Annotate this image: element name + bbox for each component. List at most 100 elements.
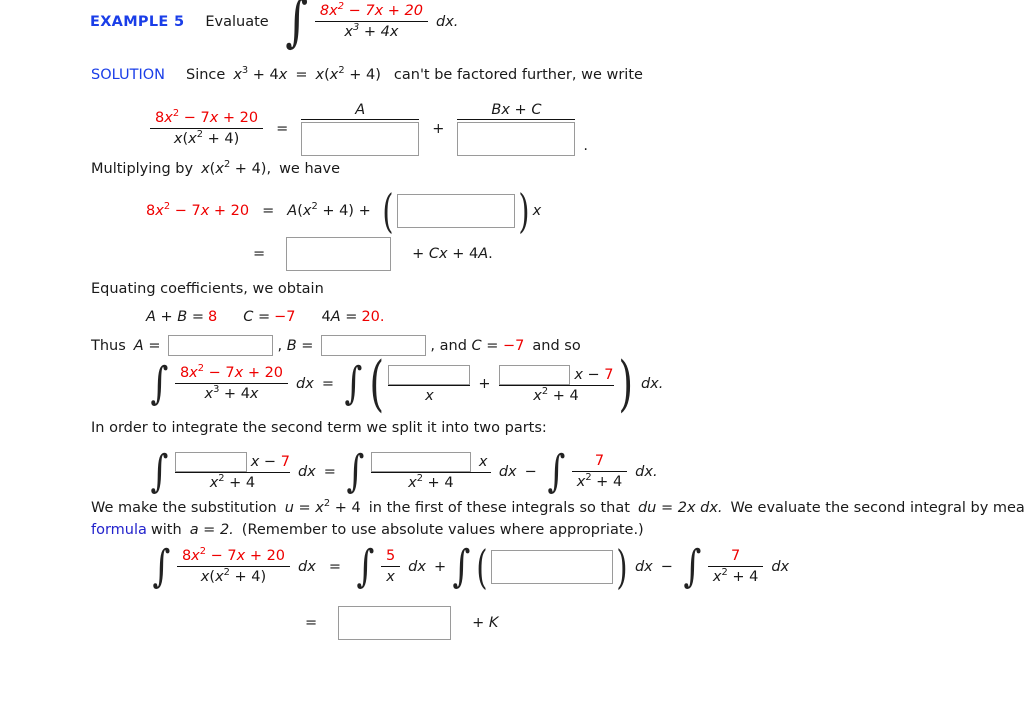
substitution-u-expr: u = x2 + 4 — [284, 498, 361, 516]
solution-text-before: Since — [185, 67, 226, 83]
this-formula-link-part2[interactable]: formula — [91, 522, 147, 538]
eq1-term2-fraction: Bx + C — [457, 102, 576, 156]
integral-sign-icon: ∫ — [152, 540, 171, 592]
equating-text-row: Equating coefficients, we obtain — [91, 281, 324, 297]
eq2-bx-input[interactable] — [396, 194, 515, 228]
coefficient-equations-row: A + B = 8 C = −7 4A = 20. — [146, 309, 385, 325]
example-integrand-denominator: x3 + 4x — [344, 21, 399, 40]
eq3-lhs-numerator: 8x2 − 7x + 20 — [179, 363, 284, 382]
left-paren-icon: ( — [476, 539, 488, 594]
eq1-term2-numerator: Bx + C — [491, 102, 542, 118]
eq5-dx2: dx — [634, 558, 653, 575]
right-paren-icon: ) — [616, 539, 628, 594]
thus-a-label: A = — [133, 337, 161, 354]
textbook-page: EXAMPLE 5 Evaluate ∫ 8x2 − 7x + 20 x3 + … — [0, 0, 1024, 704]
eq5-minus: − — [660, 558, 673, 575]
example-integrand-numerator: 8x2 − 7x + 20 — [319, 1, 423, 19]
eq2-line2-input[interactable] — [286, 237, 392, 271]
eq3-dx: dx — [296, 376, 314, 392]
integral-sign-icon: ∫ — [683, 540, 702, 592]
equation-partial-fraction-setup: 8x2 − 7x + 20 x(x2 + 4) = A + Bx + C . — [150, 102, 588, 156]
eq1-term1-denominator-input[interactable] — [301, 122, 420, 156]
split-text: In order to integrate the second term we… — [91, 420, 547, 436]
eq1-lhs-numerator: 8x2 − 7x + 20 — [155, 108, 259, 127]
eq4-term1-denominator: x2 + 4 — [209, 473, 256, 491]
eq1-term1-fraction: A — [301, 102, 420, 156]
eq3-term2-denominator: x2 + 4 — [533, 385, 579, 404]
integral-sign-icon: ∫ — [356, 540, 375, 592]
equation-final-answer: = + K — [305, 606, 498, 640]
eq4-equals: = — [323, 463, 336, 480]
substitution-p4: with — [150, 522, 182, 538]
eq1-equals: = — [276, 121, 289, 137]
substitution-paragraph-line2: formula with a = 2. (Remember to use abs… — [91, 522, 644, 538]
substitution-paragraph-line1: We make the substitution u = x2 + 4 in t… — [91, 498, 1024, 516]
integral-sign-icon: ∫ — [284, 0, 308, 54]
right-paren-icon: ) — [617, 349, 633, 419]
eq2-rhs-a: A(x2 + 4) + — [287, 201, 371, 219]
eq5-term3-numerator: 7 — [730, 548, 741, 564]
eq3-term2-numerator-tail: x − 7 — [574, 366, 614, 383]
solution-identity-right: x(x2 + 4) — [315, 65, 381, 83]
eq3-plus: + — [478, 376, 491, 392]
integral-sign-icon: ∫ — [150, 358, 169, 410]
example-label: EXAMPLE 5 — [90, 13, 185, 30]
eq5-term1-denominator: x — [386, 568, 395, 585]
eq5-term1-fraction: 5 x — [380, 548, 401, 585]
eq5-lhs-numerator: 8x2 − 7x + 20 — [181, 546, 286, 564]
example-heading-row: EXAMPLE 5 Evaluate ∫ 8x2 − 7x + 20 x3 + … — [90, 0, 458, 54]
multiplying-text: Multiplying by — [91, 161, 194, 177]
coef2: C = — [243, 309, 271, 325]
example-verb: Evaluate — [205, 13, 269, 30]
eq3-equals: = — [321, 376, 334, 392]
coef2-value: −7 — [274, 309, 296, 325]
eq4-term1-fraction: x − 7 x2 + 4 — [174, 452, 290, 491]
eq4-term2-numerator-input[interactable] — [370, 452, 471, 472]
eq3-term1-denominator: x — [425, 387, 434, 404]
substitution-a-expr: a = 2. — [189, 522, 234, 538]
thus-c-tail: , and C = −7 — [430, 337, 525, 354]
integral-sign-icon: ∫ — [452, 540, 471, 592]
coef1-value: 8 — [208, 309, 218, 325]
eq4-dx1: dx — [297, 463, 316, 480]
eq1-term2-denominator-input[interactable] — [457, 122, 576, 156]
substitution-du-expr: du = 2x dx. — [637, 500, 723, 516]
eq4-term2-numerator-tail: x — [478, 454, 488, 470]
eq4-term1-numerator-row: x − 7 — [174, 452, 290, 472]
eq3-term2-fraction: x − 7 x2 + 4 — [498, 364, 614, 404]
eq2-line2-equals: = — [253, 246, 266, 262]
example-integrand-fraction: 8x2 − 7x + 20 x3 + 4x — [314, 1, 428, 40]
solution-label: SOLUTION — [91, 67, 165, 83]
coef3: 4A = — [321, 309, 358, 325]
split-text-row: In order to integrate the second term we… — [91, 420, 547, 436]
eq4-minus: − — [524, 463, 537, 480]
eq5-term3-fraction: 7 x2 + 4 — [707, 548, 764, 585]
eq5-final-equals: = — [305, 615, 318, 631]
eq1-term1-numerator: A — [355, 102, 366, 118]
eq4-term1-numerator-input[interactable] — [174, 452, 247, 472]
left-paren-icon: ( — [382, 183, 394, 238]
eq3-term2-numerator-row: x − 7 — [498, 364, 614, 385]
thus-and-so: and so — [532, 337, 581, 354]
coef1: A + B = — [146, 309, 205, 325]
eq1-lhs-fraction: 8x2 − 7x + 20 x(x2 + 4) — [150, 108, 264, 147]
eq4-term2-denominator: x2 + 4 — [408, 473, 454, 491]
eq5-lhs-fraction: 8x2 − 7x + 20 x(x2 + 4) — [176, 546, 291, 585]
eq3-dx-end: dx. — [640, 376, 664, 392]
integral-sign-icon: ∫ — [344, 358, 363, 410]
eq3-term2-numerator-input[interactable] — [498, 364, 571, 385]
eq5-middle-input[interactable] — [491, 549, 614, 584]
multiplying-text2: we have — [279, 161, 341, 177]
solution-identity-left: x3 + 4x — [233, 65, 288, 83]
integral-sign-icon: ∫ — [150, 445, 169, 497]
eq3-lhs-fraction: 8x2 − 7x + 20 x3 + 4x — [174, 363, 289, 402]
eq4-term3-denominator: x2 + 4 — [576, 471, 623, 490]
eq1-plus: + — [432, 121, 445, 137]
eq2-trailing-x: x — [532, 203, 542, 219]
eq3-term1-numerator-input[interactable] — [388, 364, 471, 385]
eq5-lhs-denominator: x(x2 + 4) — [200, 566, 267, 585]
final-answer-input[interactable] — [338, 606, 452, 640]
eq5-dx3: dx — [771, 558, 790, 575]
eq5-dx1: dx — [408, 558, 426, 575]
answer-a-input[interactable] — [168, 335, 274, 356]
